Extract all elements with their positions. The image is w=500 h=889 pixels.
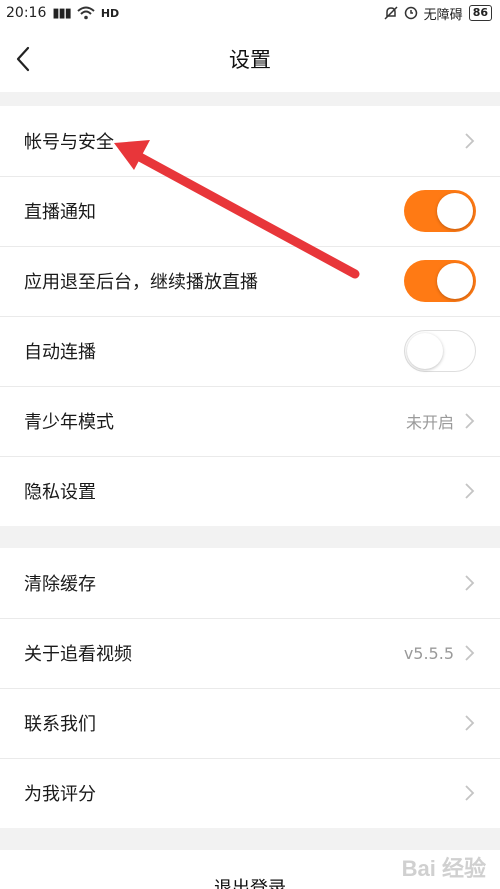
page-title: 设置 [229, 48, 271, 72]
contact-us-row[interactable]: 联系我们 [0, 688, 500, 758]
youth-mode-status: 未开启 [405, 413, 454, 432]
chevron-right-icon [465, 413, 475, 429]
toggle-knob [437, 193, 473, 229]
chevron-right-icon [465, 645, 475, 661]
privacy-settings-row[interactable]: 隐私设置 [0, 456, 500, 526]
chevron-right-icon [465, 575, 475, 591]
toggle-knob [407, 333, 443, 369]
settings-section-2: 清除缓存 关于追看视频 v5.5.5 联系我们 为我评分 [0, 548, 500, 828]
background-play-row: 应用退至后台，继续播放直播 [0, 246, 500, 316]
background-play-label: 应用退至后台，继续播放直播 [24, 272, 258, 293]
privacy-settings-label: 隐私设置 [24, 482, 96, 503]
nav-bar: 设置 [0, 26, 500, 92]
alarm-icon [404, 6, 417, 20]
settings-section-1: 帐号与安全 直播通知 应用退至后台，继续播放直播 自动连播 青少年模式 未开启 … [0, 106, 500, 526]
chevron-right-icon [465, 133, 475, 149]
battery-icon: 86 [468, 5, 492, 21]
chevron-right-icon [465, 483, 475, 499]
autoplay-toggle[interactable] [404, 330, 476, 372]
clear-cache-row[interactable]: 清除缓存 [0, 548, 500, 618]
watermark: Bai 经验 [401, 856, 486, 881]
wifi-icon [77, 6, 95, 20]
live-notification-toggle[interactable] [404, 190, 476, 232]
live-notification-row: 直播通知 [0, 176, 500, 246]
logout-label: 退出登录 [214, 878, 286, 889]
signal-icon: ▮▮▮ [52, 5, 71, 21]
back-button[interactable] [10, 43, 36, 75]
account-security-label: 帐号与安全 [24, 132, 114, 153]
rate-app-label: 为我评分 [24, 784, 96, 805]
back-arrow-icon [16, 46, 30, 72]
section-divider [0, 92, 500, 106]
youth-mode-label: 青少年模式 [24, 412, 114, 433]
status-bar: 20:16 ▮▮▮ HD 无障碍 86 [0, 0, 500, 26]
rate-app-row[interactable]: 为我评分 [0, 758, 500, 828]
about-label: 关于追看视频 [24, 644, 132, 665]
section-divider [0, 526, 500, 548]
contact-us-label: 联系我们 [24, 714, 96, 735]
hd-badge: HD [100, 6, 120, 20]
youth-mode-row[interactable]: 青少年模式 未开启 [0, 386, 500, 456]
chevron-right-icon [465, 785, 475, 801]
section-divider [0, 828, 500, 850]
account-security-row[interactable]: 帐号与安全 [0, 106, 500, 176]
toggle-knob [437, 263, 473, 299]
accessibility-label: 无障碍 [423, 7, 463, 23]
chevron-right-icon [465, 715, 475, 731]
live-notification-label: 直播通知 [24, 202, 96, 223]
autoplay-row: 自动连播 [0, 316, 500, 386]
autoplay-label: 自动连播 [24, 342, 96, 363]
app-version: v5.5.5 [403, 643, 454, 663]
about-row[interactable]: 关于追看视频 v5.5.5 [0, 618, 500, 688]
clear-cache-label: 清除缓存 [24, 574, 96, 595]
background-play-toggle[interactable] [404, 260, 476, 302]
status-time: 20:16 [6, 5, 47, 21]
bell-muted-icon [384, 6, 398, 20]
